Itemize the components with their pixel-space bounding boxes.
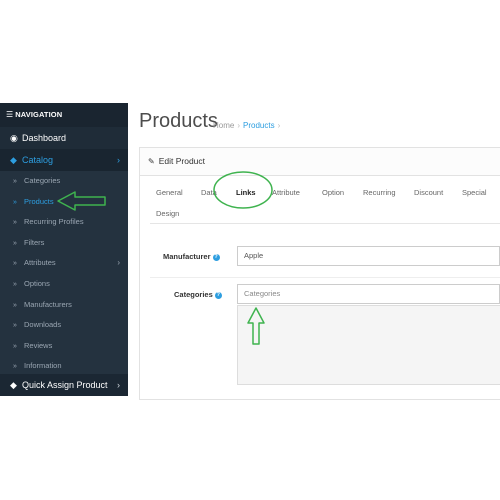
tab-general[interactable]: General (156, 185, 183, 201)
sidebar-item-label: Information (24, 361, 62, 371)
form-divider (150, 277, 500, 278)
sidebar-item-dashboard[interactable]: ◉ Dashboard (0, 127, 128, 149)
sidebar-item-label: Products (24, 196, 54, 206)
tab-option[interactable]: Option (322, 185, 344, 201)
sidebar-item-products[interactable]: » Products (0, 192, 128, 213)
navigation-header-label: NAVIGATION (15, 110, 63, 119)
breadcrumb-separator: › (237, 121, 241, 130)
categories-well (237, 305, 500, 385)
sidebar-item-label: Recurring Profiles (24, 217, 84, 227)
categories-label-text: Categories (174, 290, 213, 299)
sidebar-item-manufacturers[interactable]: » Manufacturers (0, 295, 128, 316)
double-chevron-icon: » (13, 280, 17, 288)
sidebar-item-recurring-profiles[interactable]: » Recurring Profiles (0, 212, 128, 233)
tab-recurring[interactable]: Recurring (363, 185, 396, 201)
categories-label: Categories? (174, 290, 222, 299)
chevron-right-icon: › (117, 155, 120, 165)
sidebar-item-label: Catalog (22, 155, 54, 165)
sidebar: ☰ NAVIGATION ◉ Dashboard ◆ Catalog › » Categ… (0, 103, 128, 396)
sidebar-item-label: Options (24, 278, 50, 288)
double-chevron-icon: » (13, 239, 17, 247)
sidebar-item-label: Dashboard (22, 133, 67, 143)
page-title: Products (139, 110, 218, 132)
sidebar-item-filters[interactable]: » Filters (0, 233, 128, 254)
pencil-icon: ✎ (148, 157, 155, 166)
double-chevron-icon: » (13, 198, 17, 206)
sidebar-item-label: Categories (24, 176, 61, 185)
sidebar-item-label: Attributes (24, 258, 56, 268)
panel-heading-label: Edit Product (158, 156, 206, 166)
sidebar-item-label: Quick Assign Product (22, 380, 108, 390)
breadcrumb-products-link[interactable]: Products (243, 121, 275, 130)
manufacturer-input[interactable]: Apple (237, 246, 500, 266)
manufacturer-label: Manufacturer? (163, 252, 220, 261)
double-chevron-icon: » (13, 322, 17, 330)
sidebar-item-downloads[interactable]: » Downloads (0, 315, 128, 336)
double-chevron-icon: » (13, 301, 17, 309)
sidebar-item-label: Manufacturers (24, 299, 72, 309)
panel-heading: ✎ Edit Product (140, 148, 500, 176)
tab-design[interactable]: Design (156, 206, 179, 222)
catalog-submenu: » Categories » Products » Recurring Profile… (0, 171, 128, 377)
double-chevron-icon: » (13, 342, 17, 350)
chevron-right-icon: › (117, 380, 120, 390)
breadcrumb-separator: › (277, 121, 281, 130)
sidebar-item-categories[interactable]: » Categories (0, 171, 128, 192)
navigation-header: ☰ NAVIGATION (0, 103, 128, 127)
tab-links[interactable]: Links (236, 185, 256, 201)
sidebar-item-label: Filters (24, 237, 45, 247)
tags-icon: ◆ (10, 380, 17, 390)
sidebar-item-catalog[interactable]: ◆ Catalog › (0, 149, 128, 171)
sidebar-item-quick-assign-product[interactable]: ◆ Quick Assign Product › (0, 374, 128, 396)
tab-special[interactable]: Special (462, 185, 487, 201)
manufacturer-label-text: Manufacturer (163, 252, 211, 261)
double-chevron-icon: » (13, 219, 17, 227)
tab-data[interactable]: Data (201, 185, 217, 201)
menu-bars-icon: ☰ (6, 110, 14, 119)
chevron-right-icon: › (117, 258, 120, 268)
tag-icon: ◆ (10, 155, 17, 165)
help-icon[interactable]: ? (212, 254, 220, 261)
breadcrumb-home-link[interactable]: Home (213, 121, 234, 130)
double-chevron-icon: » (13, 260, 17, 268)
tab-divider (150, 223, 500, 224)
help-icon[interactable]: ? (214, 292, 222, 299)
sidebar-item-options[interactable]: » Options (0, 274, 128, 295)
breadcrumb: Home › Products › (213, 121, 283, 130)
sidebar-item-label: Downloads (24, 320, 62, 330)
categories-input[interactable]: Categories (237, 284, 500, 304)
sidebar-item-reviews[interactable]: » Reviews (0, 336, 128, 357)
sidebar-item-label: Reviews (24, 340, 53, 350)
tab-attribute[interactable]: Attribute (272, 185, 300, 201)
double-chevron-icon: » (13, 178, 17, 185)
dashboard-icon: ◉ (10, 133, 18, 143)
sidebar-item-attributes[interactable]: » Attributes › (0, 253, 128, 274)
tab-discount[interactable]: Discount (414, 185, 443, 201)
